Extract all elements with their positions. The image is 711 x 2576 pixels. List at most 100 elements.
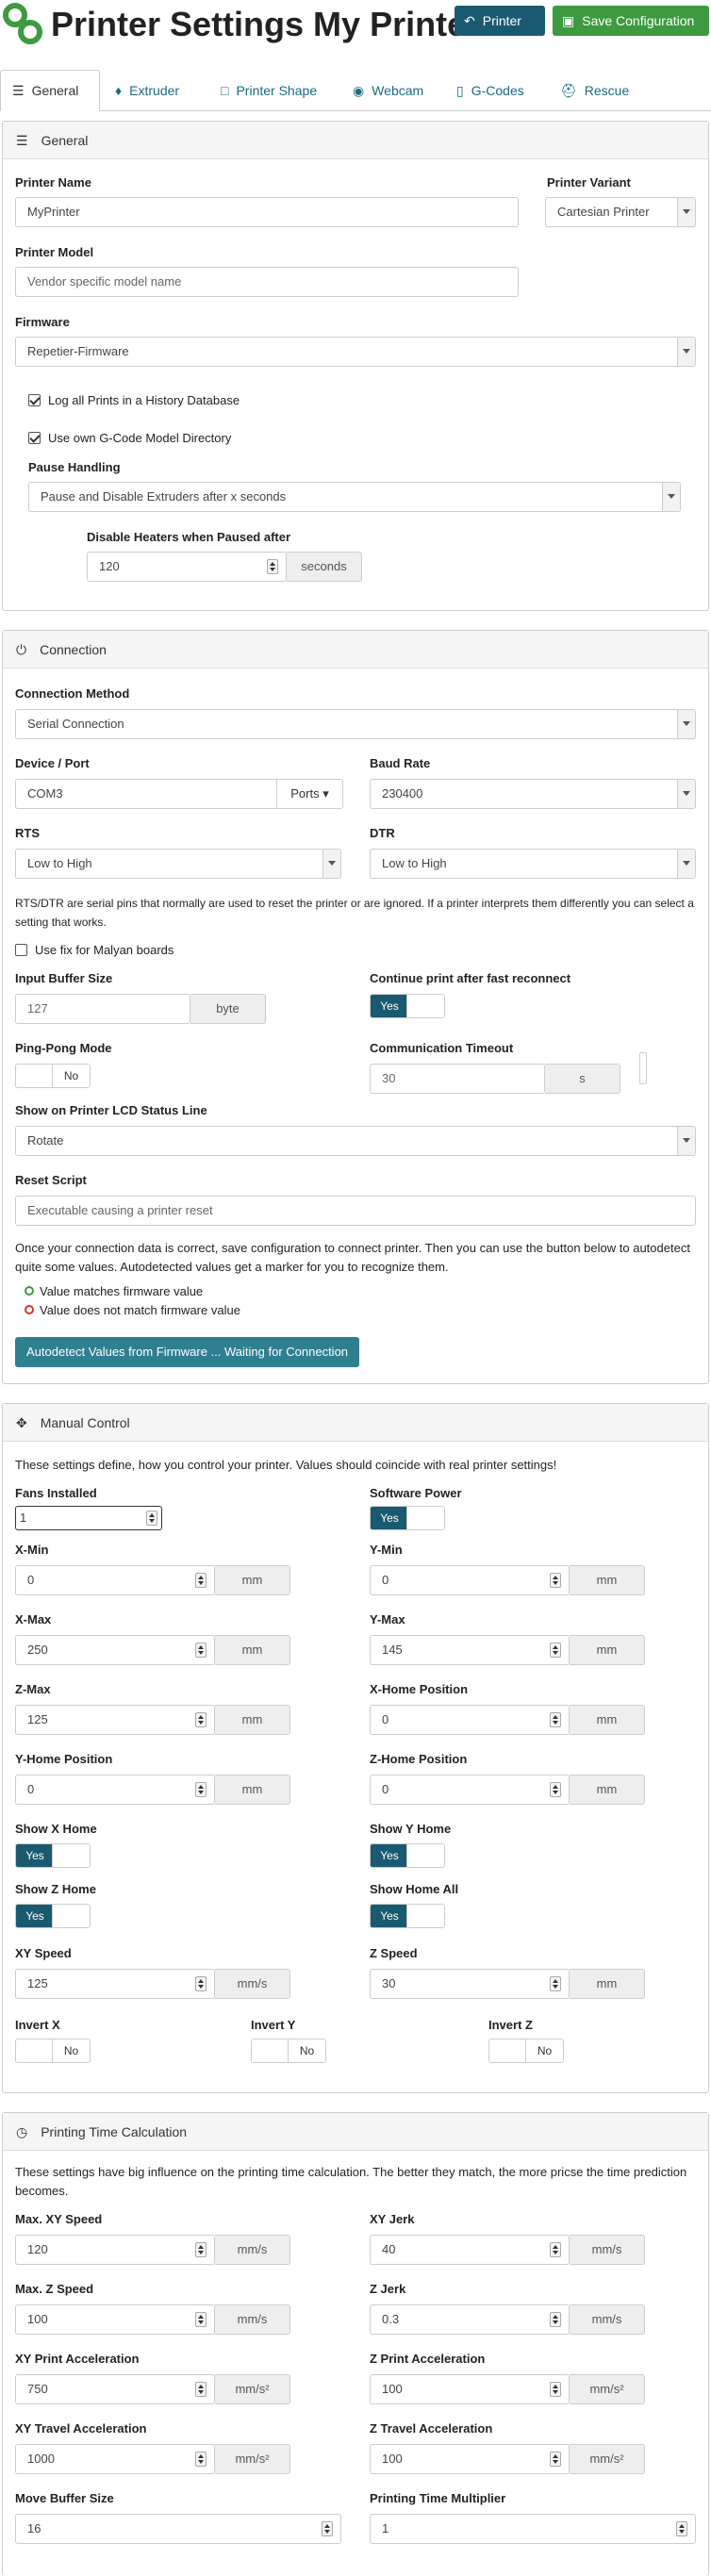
unit-addon: mm/s²: [570, 2444, 645, 2474]
printer-button[interactable]: ↶ Printer: [455, 6, 545, 36]
invert-z-toggle[interactable]: No: [488, 2039, 564, 2063]
printer-model-input[interactable]: Vendor specific model name: [15, 267, 519, 297]
autodetect-button[interactable]: Autodetect Values from Firmware ... Wait…: [15, 1337, 360, 1367]
xhome-label: X-Home Position: [370, 1682, 469, 1696]
ymin-input[interactable]: 0: [370, 1565, 570, 1595]
spinner-icon[interactable]: [322, 2521, 333, 2536]
fans-label: Fans Installed: [15, 1486, 97, 1500]
show-z-home-toggle[interactable]: Yes: [15, 1904, 91, 1928]
panel-heading: ◷ Printing Time Calculation: [3, 2113, 708, 2151]
manual-note: These settings define, how you control y…: [15, 1458, 557, 1472]
continue-print-toggle[interactable]: Yes: [370, 994, 445, 1018]
printer-name-input[interactable]: MyPrinter: [15, 197, 519, 227]
firmware-select[interactable]: Repetier-Firmware: [15, 337, 696, 367]
pause-handling-select[interactable]: Pause and Disable Extruders after x seco…: [28, 482, 681, 512]
chevron-down-icon: [683, 721, 690, 726]
unit-addon: mm/s²: [570, 2374, 645, 2404]
connection-method-select[interactable]: Serial Connection: [15, 709, 696, 739]
spinner-icon[interactable]: [195, 2312, 207, 2327]
ymax-input[interactable]: 145: [370, 1635, 570, 1665]
timing-note: These settings have big influence on the…: [15, 2165, 687, 2198]
baud-rate-select[interactable]: 230400: [370, 779, 696, 809]
reset-script-input[interactable]: Executable causing a printer reset: [15, 1196, 696, 1226]
rts-select[interactable]: Low to High: [15, 849, 341, 879]
printer-name-label: Printer Name: [15, 175, 91, 190]
checkbox-icon: [28, 432, 41, 444]
spinner-icon[interactable]: [550, 1976, 561, 1991]
show-home-all-toggle[interactable]: Yes: [370, 1904, 445, 1928]
tab-gcodes[interactable]: ▯ G-Codes: [445, 70, 536, 111]
tab-extruder[interactable]: ♦ Extruder: [104, 70, 190, 111]
move-buffer-input[interactable]: 16: [15, 2514, 341, 2544]
webcam-icon: ◉: [353, 83, 365, 98]
xmax-input[interactable]: 250: [15, 1635, 215, 1665]
lcd-status-select[interactable]: Rotate: [15, 1126, 696, 1156]
software-power-toggle[interactable]: Yes: [370, 1506, 445, 1530]
xy-print-accel-input[interactable]: 750: [15, 2374, 215, 2404]
spinner-icon[interactable]: [195, 2382, 207, 2397]
invert-y-toggle[interactable]: No: [251, 2039, 326, 2063]
spinner-icon[interactable]: [550, 2242, 561, 2257]
own-gcode-checkbox[interactable]: Use own G-Code Model Directory: [28, 431, 231, 445]
xmin-input[interactable]: 0: [15, 1565, 215, 1595]
log-prints-checkbox[interactable]: Log all Prints in a History Database: [28, 393, 240, 407]
spinner-icon[interactable]: [146, 1511, 157, 1526]
z-speed-input[interactable]: 30: [370, 1969, 570, 1999]
tab-webcam[interactable]: ◉ Webcam: [341, 70, 435, 111]
disable-heaters-input[interactable]: 120: [87, 552, 287, 582]
spinner-icon[interactable]: [550, 2382, 561, 2397]
ports-button[interactable]: Ports ▾: [277, 779, 343, 809]
max-xy-speed-input[interactable]: 120: [15, 2235, 215, 2265]
show-y-home-toggle[interactable]: Yes: [370, 1843, 445, 1868]
zmax-input[interactable]: 125: [15, 1705, 215, 1735]
settings-tabs: ☰ General ♦ Extruder □ Printer Shape ◉ Webca…: [0, 70, 711, 111]
xy-travel-accel-input[interactable]: 1000: [15, 2444, 215, 2474]
tab-general[interactable]: ☰ General: [0, 70, 100, 111]
spinner-icon[interactable]: [550, 1782, 561, 1797]
spinner-icon[interactable]: [267, 559, 278, 574]
tab-rescue[interactable]: ⛑ Rescue: [549, 70, 640, 111]
spinner-icon[interactable]: [550, 2452, 561, 2467]
spinner-icon[interactable]: [195, 1976, 207, 1991]
spinner-icon[interactable]: [550, 1643, 561, 1658]
panel-heading: ✥ Manual Control: [3, 1404, 708, 1442]
malyan-fix-checkbox[interactable]: Use fix for Malyan boards: [15, 943, 174, 957]
ping-pong-toggle[interactable]: No: [15, 1064, 91, 1088]
xy-speed-input[interactable]: 125: [15, 1969, 215, 1999]
input-buffer-input[interactable]: 127: [15, 994, 190, 1024]
show-x-home-toggle[interactable]: Yes: [15, 1843, 91, 1868]
xhome-input[interactable]: 0: [370, 1705, 570, 1735]
input-buffer-label: Input Buffer Size: [15, 971, 113, 985]
spinner-icon[interactable]: [195, 1712, 207, 1727]
spinner-icon[interactable]: [550, 1712, 561, 1727]
xy-jerk-input[interactable]: 40: [370, 2235, 570, 2265]
spinner-icon[interactable]: [195, 1643, 207, 1658]
z-print-accel-input[interactable]: 100: [370, 2374, 570, 2404]
spinner-icon[interactable]: [195, 1782, 207, 1797]
fans-input[interactable]: 1: [15, 1506, 162, 1530]
z-travel-accel-input[interactable]: 100: [370, 2444, 570, 2474]
spinner-icon[interactable]: [195, 2242, 207, 2257]
resize-handle[interactable]: [639, 1052, 647, 1084]
yhome-input[interactable]: 0: [15, 1775, 215, 1805]
spinner-icon[interactable]: [195, 2452, 207, 2467]
dtr-select[interactable]: Low to High: [370, 849, 696, 879]
spinner-icon[interactable]: [550, 2312, 561, 2327]
panel-heading: ☰ General: [3, 122, 708, 159]
unit-addon: mm/s: [570, 2235, 645, 2265]
max-z-speed-input[interactable]: 100: [15, 2304, 215, 2335]
printer-variant-select[interactable]: Cartesian Printer: [545, 197, 696, 227]
spinner-icon[interactable]: [676, 2521, 687, 2536]
time-multiplier-input[interactable]: 1: [370, 2514, 696, 2544]
timeout-input[interactable]: 30: [370, 1064, 545, 1094]
save-configuration-button[interactable]: ▣ Save Configuration: [553, 6, 709, 36]
invert-x-toggle[interactable]: No: [15, 2039, 91, 2063]
tab-printer-shape[interactable]: □ Printer Shape: [209, 70, 328, 111]
zmax-label: Z-Max: [15, 1682, 51, 1696]
spinner-icon[interactable]: [195, 1573, 207, 1588]
z-jerk-input[interactable]: 0.3: [370, 2304, 570, 2335]
xy-travel-accel-label: XY Travel Acceleration: [15, 2421, 147, 2436]
spinner-icon[interactable]: [550, 1573, 561, 1588]
zhome-input[interactable]: 0: [370, 1775, 570, 1805]
port-input[interactable]: COM3: [15, 779, 277, 809]
